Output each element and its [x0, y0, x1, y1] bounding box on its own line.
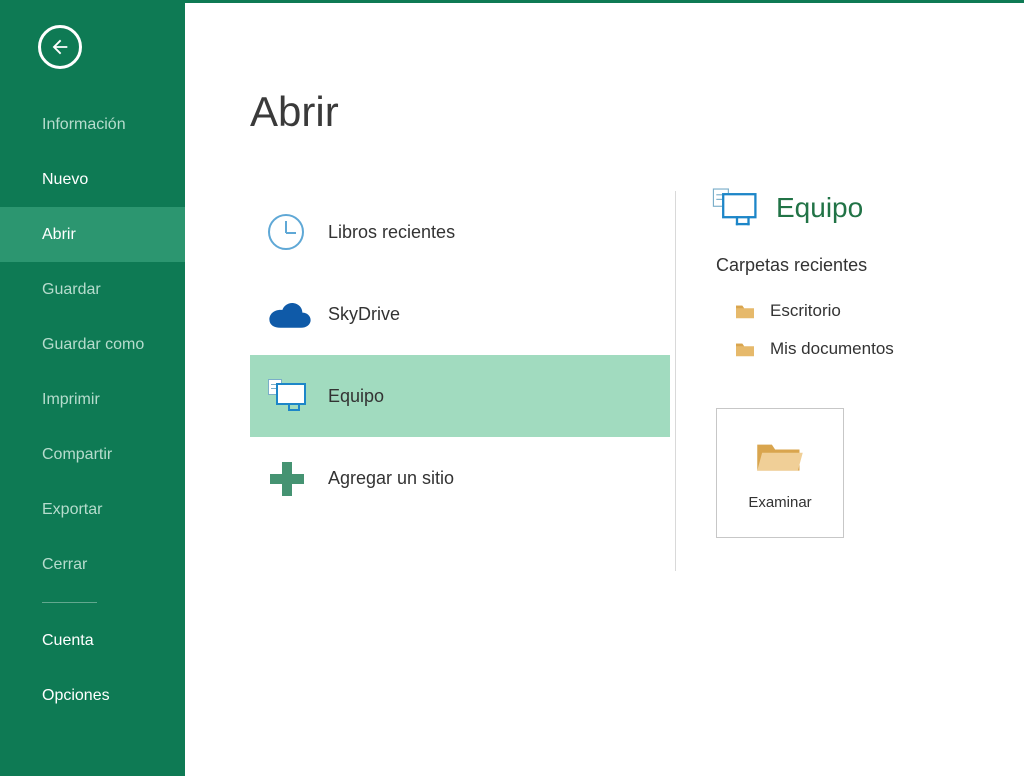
- sidebar-item-label: Guardar: [42, 281, 101, 299]
- location-recent-workbooks[interactable]: Libros recientes: [250, 191, 670, 273]
- sidebar-item-close[interactable]: Cerrar: [0, 537, 185, 592]
- browse-button[interactable]: Examinar: [716, 408, 844, 538]
- sidebar-item-open[interactable]: Abrir: [0, 207, 185, 262]
- sidebar-item-label: Nuevo: [42, 171, 88, 189]
- sidebar-item-label: Abrir: [42, 226, 76, 244]
- page-title: Abrir: [250, 88, 1024, 136]
- location-label: Libros recientes: [328, 222, 455, 243]
- location-skydrive[interactable]: SkyDrive: [250, 273, 670, 355]
- locations-list: Libros recientes SkyDrive Equipo Agregar…: [250, 191, 670, 571]
- sidebar-item-label: Cuenta: [42, 632, 94, 650]
- sidebar-item-save[interactable]: Guardar: [0, 262, 185, 317]
- sidebar-item-label: Cerrar: [42, 556, 87, 574]
- sidebar-item-print[interactable]: Imprimir: [0, 372, 185, 427]
- plus-icon: [268, 460, 328, 496]
- folder-icon: [734, 340, 756, 358]
- sidebar-item-share[interactable]: Compartir: [0, 427, 185, 482]
- sidebar-item-info[interactable]: Información: [0, 97, 185, 152]
- sidebar-item-export[interactable]: Exportar: [0, 482, 185, 537]
- recent-folders-heading: Carpetas recientes: [716, 255, 1016, 276]
- sidebar-item-label: Guardar como: [42, 336, 144, 354]
- sidebar-item-new[interactable]: Nuevo: [0, 152, 185, 207]
- main-pane: Abrir Libros recientes SkyDrive Equipo: [185, 3, 1024, 776]
- folder-open-icon: [754, 436, 806, 476]
- sidebar-item-label: Opciones: [42, 687, 110, 705]
- back-arrow-icon: [49, 36, 71, 58]
- sidebar-item-save-as[interactable]: Guardar como: [0, 317, 185, 372]
- sidebar-item-label: Compartir: [42, 446, 112, 464]
- sidebar-divider: [42, 602, 97, 603]
- open-columns: Libros recientes SkyDrive Equipo Agregar…: [250, 191, 1024, 571]
- column-separator: [675, 191, 676, 571]
- location-label: Equipo: [328, 386, 384, 407]
- location-detail-pane: Equipo Carpetas recientes Escritorio Mis…: [716, 191, 1016, 571]
- computer-icon: [716, 191, 758, 225]
- location-computer[interactable]: Equipo: [250, 355, 670, 437]
- back-button[interactable]: [38, 25, 82, 69]
- recent-folder-desktop[interactable]: Escritorio: [716, 292, 1016, 330]
- detail-heading: Equipo: [716, 191, 1016, 225]
- sidebar-item-label: Exportar: [42, 501, 102, 519]
- sidebar-item-account[interactable]: Cuenta: [0, 613, 185, 668]
- recent-folder-label: Escritorio: [770, 301, 841, 321]
- cloud-icon: [268, 299, 328, 329]
- location-label: SkyDrive: [328, 304, 400, 325]
- computer-icon: [268, 379, 328, 413]
- detail-heading-label: Equipo: [776, 192, 863, 224]
- backstage-sidebar: Información Nuevo Abrir Guardar Guardar …: [0, 3, 185, 776]
- recent-folder-label: Mis documentos: [770, 339, 894, 359]
- clock-icon: [268, 214, 328, 250]
- location-add-place[interactable]: Agregar un sitio: [250, 437, 670, 519]
- sidebar-item-label: Información: [42, 116, 126, 134]
- sidebar-item-options[interactable]: Opciones: [0, 668, 185, 723]
- recent-folder-my-documents[interactable]: Mis documentos: [716, 330, 1016, 368]
- folder-icon: [734, 302, 756, 320]
- browse-label: Examinar: [748, 494, 811, 511]
- location-label: Agregar un sitio: [328, 468, 454, 489]
- sidebar-item-label: Imprimir: [42, 391, 100, 409]
